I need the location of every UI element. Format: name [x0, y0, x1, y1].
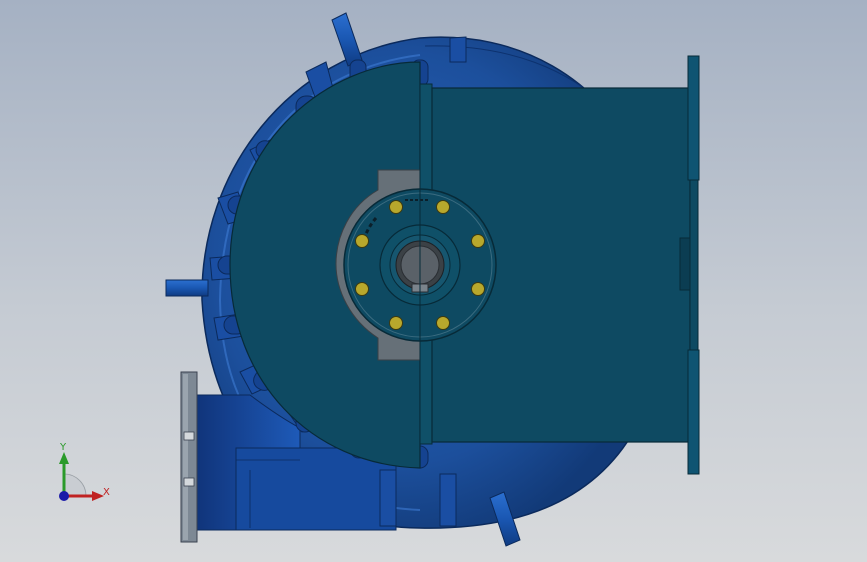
y-axis-label: Y — [60, 442, 67, 453]
graphics-viewport[interactable]: Y X — [0, 0, 867, 562]
lifting-lug-top — [331, 12, 363, 67]
outlet-flange — [180, 371, 198, 543]
pump-model[interactable] — [0, 0, 867, 562]
coordinate-triad: Y X — [48, 440, 118, 510]
mounting-flange-right — [687, 55, 700, 475]
x-axis-label: X — [103, 487, 110, 498]
drain-pipe — [165, 279, 209, 297]
z-axis-dot-icon — [59, 491, 69, 501]
y-axis-arrow-icon — [59, 452, 69, 464]
